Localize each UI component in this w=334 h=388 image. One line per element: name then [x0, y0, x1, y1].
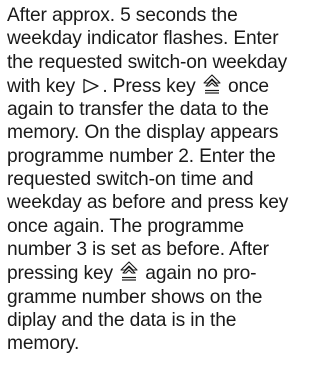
triangle-right-key-icon [82, 78, 100, 94]
text-line-4c: once [227, 75, 269, 97]
instruction-page: After approx. 5 seconds the weekday indi… [0, 0, 334, 388]
text-line-12b: again no pro- [145, 263, 257, 285]
text-line-4: with key . Press key once [7, 74, 330, 98]
text-line-5: again to transfer the data to the [7, 99, 269, 121]
program-transfer-key-icon [203, 74, 221, 94]
text-line-3: the requested switch-on weekday [7, 51, 288, 73]
text-line-1: After approx. 5 seconds the [7, 5, 238, 26]
text-line-11: number 3 is set as before. After [7, 238, 269, 260]
text-line-7: programme number 2. Enter the [7, 145, 276, 167]
text-line-6: memory. On the display appears [7, 122, 279, 144]
text-line-2: weekday indicator flashes. Enter [7, 28, 279, 50]
text-line-13: gramme number shows on the [7, 286, 263, 308]
text-line-4b: . Press key [102, 75, 196, 97]
program-transfer-key-icon [120, 261, 138, 281]
text-line-4a: with key [7, 75, 76, 97]
text-line-8: requested switch-on time and [7, 169, 254, 191]
text-line-10: once again. The programme [7, 215, 244, 237]
text-line-15: memory. [7, 333, 80, 355]
instruction-paragraph: After approx. 5 seconds the weekday indi… [7, 4, 330, 355]
text-line-12: pressing key again no pro- [7, 261, 330, 285]
text-line-9: weekday as before and press key [7, 192, 289, 214]
text-line-12a: pressing key [7, 263, 113, 285]
text-line-14: diplay and the data is in the [7, 309, 237, 331]
